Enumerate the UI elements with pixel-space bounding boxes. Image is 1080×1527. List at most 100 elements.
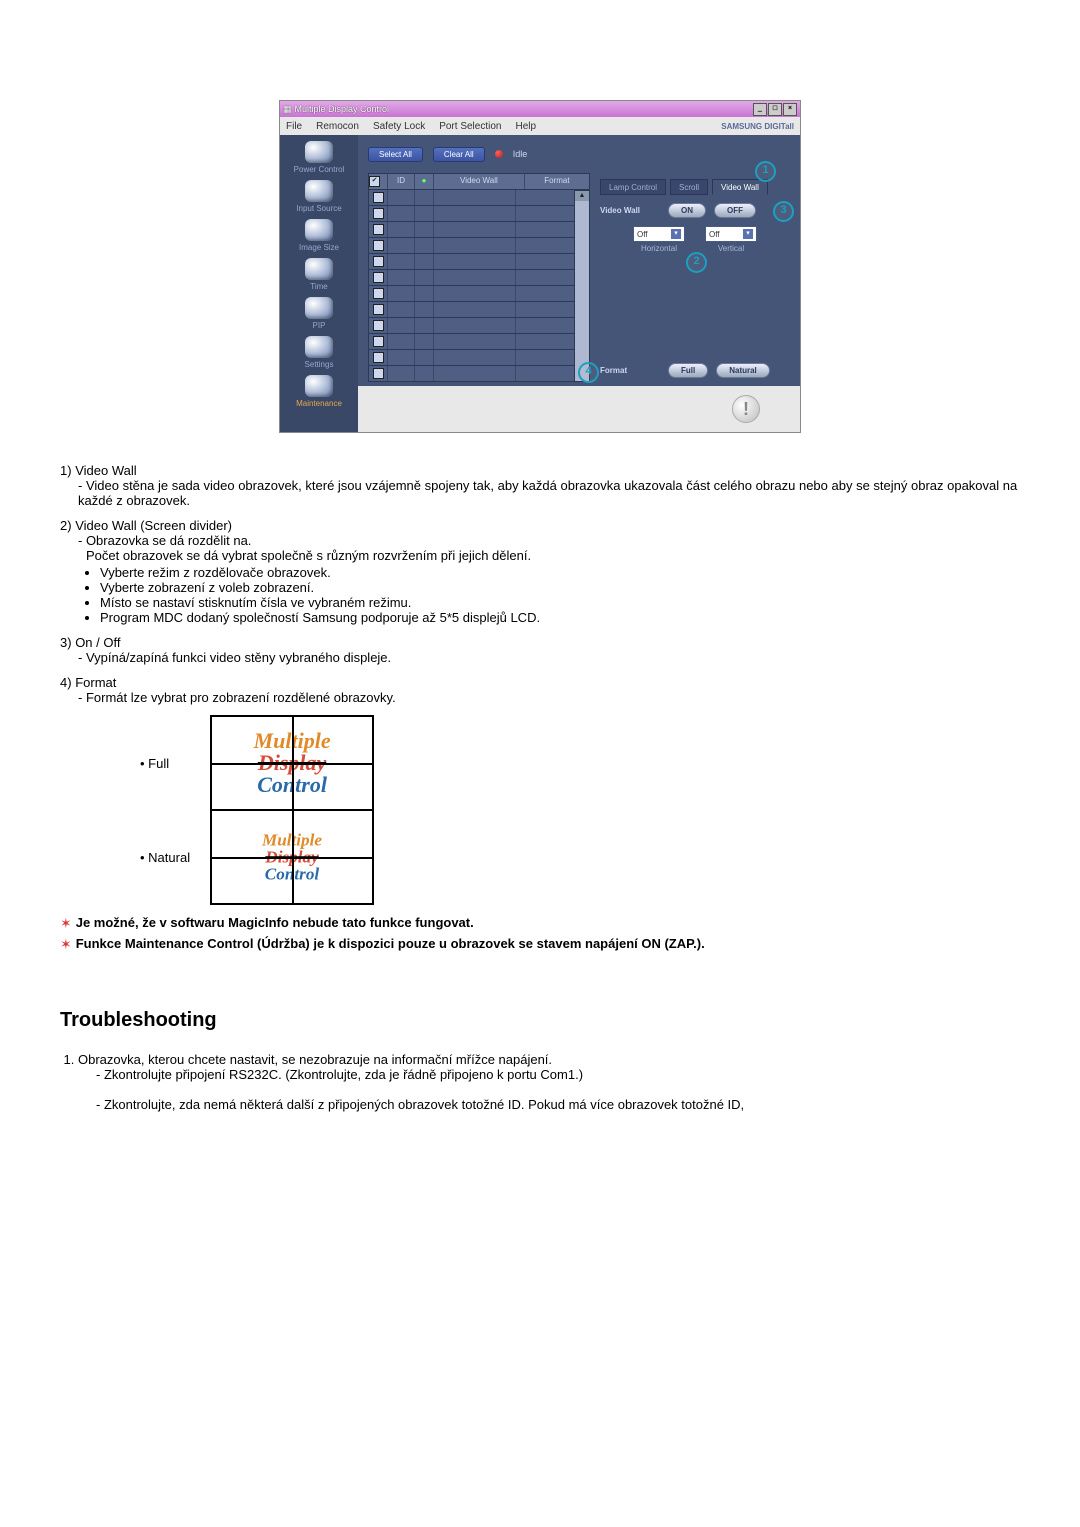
menu-file[interactable]: File <box>286 121 302 132</box>
ts-item: Obrazovka, kterou chcete nastavit, se ne… <box>78 1052 552 1067</box>
chevron-down-icon: ▾ <box>671 229 681 239</box>
sidebar-label: Time <box>310 282 327 291</box>
item-number: 1) <box>60 463 72 478</box>
note-text: Funkce Maintenance Control (Údržba) je k… <box>76 936 705 951</box>
menu-safety-lock[interactable]: Safety Lock <box>373 121 425 132</box>
full-button[interactable]: Full <box>668 363 708 378</box>
app-title: Multiple Display Control <box>295 104 390 114</box>
troubleshooting-list: Obrazovka, kterou chcete nastavit, se ne… <box>60 1052 1020 1112</box>
item-title: Video Wall (Screen divider) <box>75 518 232 533</box>
table-row[interactable] <box>368 206 575 222</box>
sidebar-label: Power Control <box>294 165 345 174</box>
sidebar-item-settings[interactable]: Settings <box>280 336 358 369</box>
row-checkbox[interactable] <box>373 192 384 203</box>
right-panel: Lamp Control Scroll Video Wall 1 Video W… <box>594 173 800 386</box>
on-button[interactable]: ON <box>668 203 706 218</box>
menu-remocon[interactable]: Remocon <box>316 121 359 132</box>
close-button[interactable]: × <box>783 103 797 116</box>
sidebar-item-image-size[interactable]: Image Size <box>280 219 358 252</box>
star-icon: ✶ <box>60 936 72 952</box>
power-icon <box>305 141 333 163</box>
maximize-button[interactable]: □ <box>768 103 782 116</box>
window-buttons: _ □ × <box>753 103 797 116</box>
troubleshooting-heading: Troubleshooting <box>60 1009 1020 1032</box>
sidebar-label: Input Source <box>296 204 341 213</box>
menu-port-selection[interactable]: Port Selection <box>439 121 501 132</box>
horizontal-select[interactable]: Off ▾ <box>633 226 685 242</box>
table-row[interactable] <box>368 222 575 238</box>
sidebar-item-time[interactable]: Time <box>280 258 358 291</box>
vertical-select[interactable]: Off▾ <box>705 226 757 242</box>
mdc-window: ▦ Multiple Display Control _ □ × File Re… <box>279 100 801 433</box>
table-row[interactable] <box>368 334 575 350</box>
clear-all-button[interactable]: Clear All <box>433 147 485 162</box>
off-button[interactable]: OFF <box>714 203 756 218</box>
row-checkbox[interactable] <box>373 288 384 299</box>
sidebar-item-maintenance[interactable]: Maintenance <box>280 375 358 408</box>
format-examples: • Full Multiple Display Control • Natura… <box>120 715 374 905</box>
header-checkbox[interactable] <box>369 176 380 187</box>
idle-label: Idle <box>513 149 528 159</box>
note-2: ✶ Funkce Maintenance Control (Údržba) je … <box>60 936 1020 953</box>
callout-2: 2 <box>686 252 707 273</box>
pip-icon <box>305 297 333 319</box>
sidebar-item-power[interactable]: Power Control <box>280 141 358 174</box>
item-title: On / Off <box>75 635 120 650</box>
table-row[interactable] <box>368 238 575 254</box>
menu-help[interactable]: Help <box>515 121 536 132</box>
col-format: Format <box>525 174 589 189</box>
sidebar-item-input[interactable]: Input Source <box>280 180 358 213</box>
sidebar-label: Maintenance <box>296 399 342 408</box>
bullet-item: Vyberte zobrazení z voleb zobrazení. <box>100 580 1020 595</box>
row-checkbox[interactable] <box>373 256 384 267</box>
bullet-item: Místo se nastaví stisknutím čísla ve vyb… <box>100 595 1020 610</box>
tab-video-wall[interactable]: Video Wall <box>712 179 768 195</box>
table-row[interactable] <box>368 270 575 286</box>
minimize-button[interactable]: _ <box>753 103 767 116</box>
table-row[interactable] <box>368 318 575 334</box>
note-1: ✶Je možné, že v softwaru MagicInfo nebud… <box>60 915 1020 932</box>
col-video-wall: Video Wall <box>434 174 525 189</box>
scroll-up-icon[interactable]: ▲ <box>575 191 589 201</box>
table-row[interactable] <box>368 190 575 206</box>
row-checkbox[interactable] <box>373 304 384 315</box>
table-row[interactable] <box>368 254 575 270</box>
table-row[interactable] <box>368 350 575 366</box>
item-text: - Video stěna je sada video obrazovek, k… <box>78 478 1020 508</box>
row-checkbox[interactable] <box>373 240 384 251</box>
natural-button[interactable]: Natural <box>716 363 770 378</box>
select-all-button[interactable]: Select All <box>368 147 423 162</box>
item-text: - Vypíná/zapíná funkci video stěny vybra… <box>78 650 1020 665</box>
sidebar-label: Image Size <box>299 243 339 252</box>
maintenance-icon <box>305 375 333 397</box>
tab-scroll[interactable]: Scroll <box>670 179 708 195</box>
row-checkbox[interactable] <box>373 272 384 283</box>
bullet-item: Program MDC dodaný společností Samsung p… <box>100 610 1020 625</box>
tab-lamp-control[interactable]: Lamp Control <box>600 179 666 195</box>
row-checkbox[interactable] <box>373 224 384 235</box>
row-checkbox[interactable] <box>373 336 384 347</box>
callout-1: 1 <box>755 161 776 182</box>
row-checkbox[interactable] <box>373 208 384 219</box>
titlebar: ▦ Multiple Display Control _ □ × <box>280 101 800 117</box>
row-checkbox[interactable] <box>373 368 384 379</box>
display-grid: ID ● Video Wall Format ▲ <box>358 173 594 386</box>
item-text: Počet obrazovek se dá vybrat společně s … <box>86 548 1020 563</box>
item-text: - Obrazovka se dá rozdělit na. <box>78 533 1020 548</box>
settings-icon <box>305 336 333 358</box>
table-row[interactable] <box>368 286 575 302</box>
table-row[interactable] <box>368 302 575 318</box>
row-checkbox[interactable] <box>373 320 384 331</box>
table-row[interactable] <box>368 366 575 382</box>
status-bar: ! <box>358 386 800 432</box>
bullet-item: Vyberte režim z rozdělovače obrazovek. <box>100 565 1020 580</box>
horizontal-value: Off <box>637 230 648 239</box>
vertical-label: Vertical <box>705 244 757 253</box>
brand-label: SAMSUNG DIGITall <box>721 122 794 131</box>
time-icon <box>305 258 333 280</box>
grid-scrollbar[interactable]: ▲ <box>575 190 590 382</box>
row-checkbox[interactable] <box>373 352 384 363</box>
image-size-icon <box>305 219 333 241</box>
item-title: Format <box>75 675 116 690</box>
sidebar-item-pip[interactable]: PIP <box>280 297 358 330</box>
